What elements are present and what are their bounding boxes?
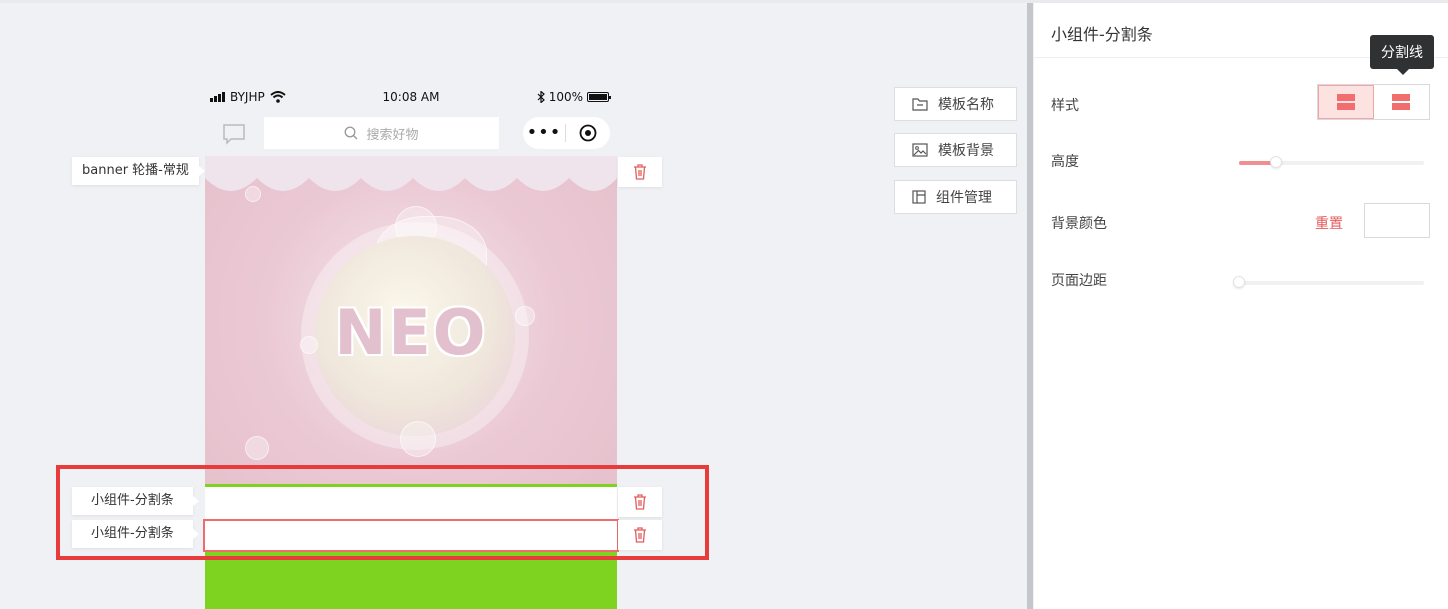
phone-status-bar: BYJHP 10:08 AM 100% [205, 86, 617, 110]
delete-banner-button[interactable] [618, 157, 662, 187]
image-icon [912, 143, 928, 157]
status-right: 100% [537, 90, 611, 104]
background-color-label: 背景颜色 [1051, 216, 1107, 232]
folder-icon [912, 98, 928, 111]
component-management-button[interactable]: 组件管理 [894, 180, 1017, 214]
message-icon[interactable] [222, 123, 246, 145]
page-padding-slider[interactable] [1233, 276, 1424, 288]
phone-nav-bar: 搜索好物 ••• [205, 115, 617, 153]
settings-panel: 小组件-分割条 样式 高度 背景颜色 重置 页面边距 [1034, 3, 1448, 609]
banner-scallop-decoration [205, 156, 617, 191]
banner-bubble [245, 436, 269, 460]
divider-blank-icon [1336, 94, 1355, 110]
battery-percent: 100% [548, 90, 583, 104]
template-background-label: 模板背景 [938, 143, 994, 159]
component-label-banner[interactable]: banner 轮播-常规 [72, 157, 205, 185]
layout-icon [912, 190, 926, 204]
height-slider-thumb[interactable] [1270, 156, 1282, 168]
page-padding-label: 页面边距 [1051, 273, 1107, 289]
green-background-area [205, 552, 617, 609]
style-option-blank[interactable] [1318, 85, 1374, 119]
reset-color-link[interactable]: 重置 [1315, 213, 1343, 233]
divider-line-icon [1392, 94, 1411, 110]
banner-bubble [245, 186, 261, 202]
height-label: 高度 [1051, 154, 1079, 170]
style-option-line[interactable] [1374, 85, 1430, 119]
tooltip: 分割线 [1370, 35, 1434, 75]
style-label: 样式 [1051, 98, 1079, 114]
trash-icon [634, 164, 646, 180]
panel-title: 小组件-分割条 [1051, 25, 1153, 44]
template-name-label: 模板名称 [938, 97, 994, 113]
component-management-label: 组件管理 [936, 190, 992, 206]
banner-carousel-preview[interactable]: NEO [205, 156, 617, 486]
search-icon [345, 126, 358, 140]
style-option-group [1317, 84, 1430, 120]
template-name-button[interactable]: 模板名称 [894, 87, 1017, 121]
height-slider[interactable] [1239, 156, 1424, 168]
close-target-icon[interactable] [566, 124, 610, 142]
search-box[interactable]: 搜索好物 [264, 117, 499, 149]
miniprogram-capsule: ••• [523, 117, 610, 149]
more-icon[interactable]: ••• [523, 117, 565, 149]
template-background-button[interactable]: 模板背景 [894, 133, 1017, 167]
banner-neo-text: NEO [334, 296, 488, 369]
highlight-annotation-box [56, 465, 709, 560]
battery-icon [587, 92, 611, 102]
scrollbar[interactable] [1027, 3, 1033, 609]
page-padding-slider-thumb[interactable] [1233, 276, 1245, 288]
background-color-picker[interactable] [1364, 203, 1430, 238]
bluetooth-icon [537, 91, 545, 103]
banner-bubble [400, 421, 436, 457]
search-placeholder: 搜索好物 [366, 127, 419, 143]
